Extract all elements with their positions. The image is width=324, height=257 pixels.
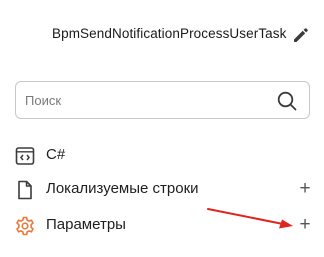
- tree-item-label: Локализуемые строки: [46, 180, 199, 197]
- object-title: BpmSendNotificationProcessUserTask: [52, 26, 287, 41]
- search-input[interactable]: [25, 90, 265, 110]
- search-box: [15, 81, 310, 119]
- gear-icon: [14, 215, 36, 237]
- object-header: BpmSendNotificationProcessUserTask: [0, 24, 324, 46]
- add-localizable-string-button[interactable]: +: [296, 177, 314, 201]
- tree-item-localizable-strings[interactable]: Локализуемые строки +: [0, 175, 324, 203]
- document-icon: [14, 179, 36, 201]
- tree-item-label: C#: [46, 146, 66, 163]
- tree-item-parameters[interactable]: Параметры +: [0, 211, 324, 239]
- code-file-icon: [14, 145, 36, 167]
- search-icon[interactable]: [275, 89, 299, 113]
- tree-item-label: Параметры: [46, 216, 126, 233]
- tree-item-csharp[interactable]: C#: [0, 141, 324, 169]
- pencil-icon[interactable]: [291, 25, 311, 45]
- add-parameter-button[interactable]: +: [296, 213, 314, 237]
